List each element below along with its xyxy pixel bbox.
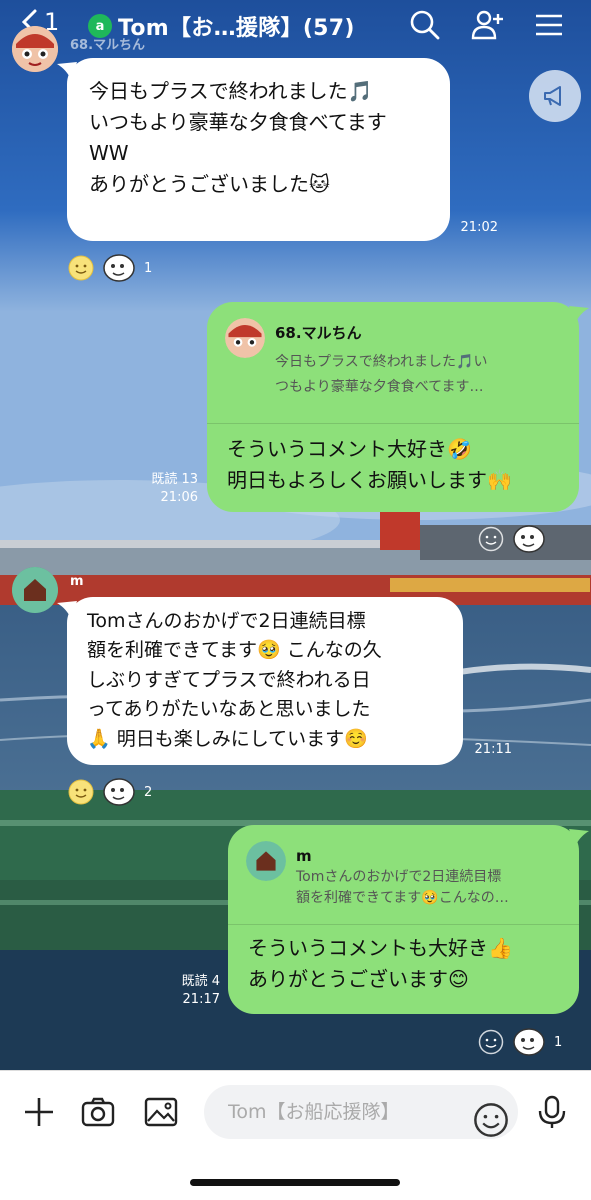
sender-name: 68.マルちん xyxy=(70,38,146,53)
emoji-icon[interactable] xyxy=(472,1101,508,1137)
message-bubble[interactable]: 68.マルちん 今日もプラスで終われました🎵い つもより豪華な夕食食べてます… … xyxy=(207,302,589,512)
read-receipt: 既読 4 xyxy=(181,974,220,989)
sender-name: m xyxy=(70,574,84,589)
add-reaction-icon[interactable] xyxy=(478,1029,504,1055)
chat-title: Tom【お…援隊】(57) xyxy=(118,16,355,41)
smiley-reaction-icon[interactable] xyxy=(68,779,94,805)
message-bubble[interactable]: Tomさんのおかげで2日連続目標 額を利確できてます🥹 こんなの久 しぶりすぎて… xyxy=(57,597,463,765)
image-icon[interactable] xyxy=(142,1093,180,1131)
reaction-count: 2 xyxy=(144,784,153,800)
bubble-tail xyxy=(57,62,77,80)
sender-avatar[interactable] xyxy=(12,567,58,613)
smiley-reaction-icon[interactable] xyxy=(68,255,94,281)
add-reaction-icon[interactable] xyxy=(478,526,504,552)
message-time: 21:06 xyxy=(160,490,198,505)
message-text: そういうコメントも大好き👍 ありがとうございます😊 xyxy=(248,936,513,991)
reply-sender-name: 68.マルちん xyxy=(275,324,362,342)
reply-preview[interactable]: 68.マルちん 今日もプラスで終われました🎵い つもより豪華な夕食食べてます… xyxy=(207,302,579,424)
reply-quote-text: 今日もプラスで終われました🎵い つもより豪華な夕食食べてます… xyxy=(275,354,488,395)
mic-icon[interactable] xyxy=(533,1093,571,1131)
home-indicator xyxy=(190,1179,400,1186)
bubble-tail xyxy=(57,601,77,619)
message-composer xyxy=(0,1070,591,1200)
megaphone-icon xyxy=(544,86,561,106)
camera-icon[interactable] xyxy=(79,1093,117,1131)
reaction-row: 2 xyxy=(68,777,152,807)
sticker-reaction-icon[interactable] xyxy=(102,777,136,807)
read-receipt: 既読 13 xyxy=(151,472,198,487)
message-time: 21:11 xyxy=(474,742,512,757)
reply-avatar xyxy=(246,841,286,881)
reaction-row xyxy=(478,524,546,554)
sticker-reaction-icon[interactable] xyxy=(512,524,546,554)
reply-sender-name: m xyxy=(296,847,312,865)
message-bubble[interactable]: 今日もプラスで終われました🎵 いつもより豪華な夕食食べてます WW ありがとうご… xyxy=(57,58,450,241)
plus-icon[interactable] xyxy=(20,1093,58,1131)
sender-avatar[interactable] xyxy=(12,26,58,72)
announcement-button[interactable] xyxy=(529,70,581,122)
message-input[interactable] xyxy=(204,1085,518,1139)
reaction-row: 1 xyxy=(68,253,152,283)
message-bubble[interactable]: m Tomさんのおかげで2日連続目標 額を利確できてます🥹こんなの… そういうコ… xyxy=(228,825,589,1014)
message-time: 21:02 xyxy=(460,220,498,235)
add-friend-icon[interactable] xyxy=(470,8,504,42)
sticker-reaction-icon[interactable] xyxy=(102,253,136,283)
reply-preview[interactable]: m Tomさんのおかげで2日連続目標 額を利確できてます🥹こんなの… xyxy=(228,825,579,925)
search-icon[interactable] xyxy=(408,8,442,42)
message-time: 21:17 xyxy=(182,992,220,1007)
menu-icon[interactable] xyxy=(532,8,566,42)
reaction-count: 1 xyxy=(554,1034,563,1050)
sticker-reaction-icon[interactable] xyxy=(512,1027,546,1057)
reply-quote-text: Tomさんのおかげで2日連続目標 額を利確できてます🥹こんなの… xyxy=(296,869,509,906)
reply-avatar xyxy=(225,318,265,358)
message-text: Tomさんのおかげで2日連続目標 額を利確できてます🥹 こんなの久 しぶりすぎて… xyxy=(87,610,382,750)
message-text: 今日もプラスで終われました🎵 いつもより豪華な夕食食べてます WW ありがとうご… xyxy=(89,79,387,196)
message-text: そういうコメント大好き🤣 明日もよろしくお願いします🙌 xyxy=(227,437,512,492)
reaction-row: 1 xyxy=(478,1027,562,1057)
reaction-count: 1 xyxy=(144,260,153,276)
